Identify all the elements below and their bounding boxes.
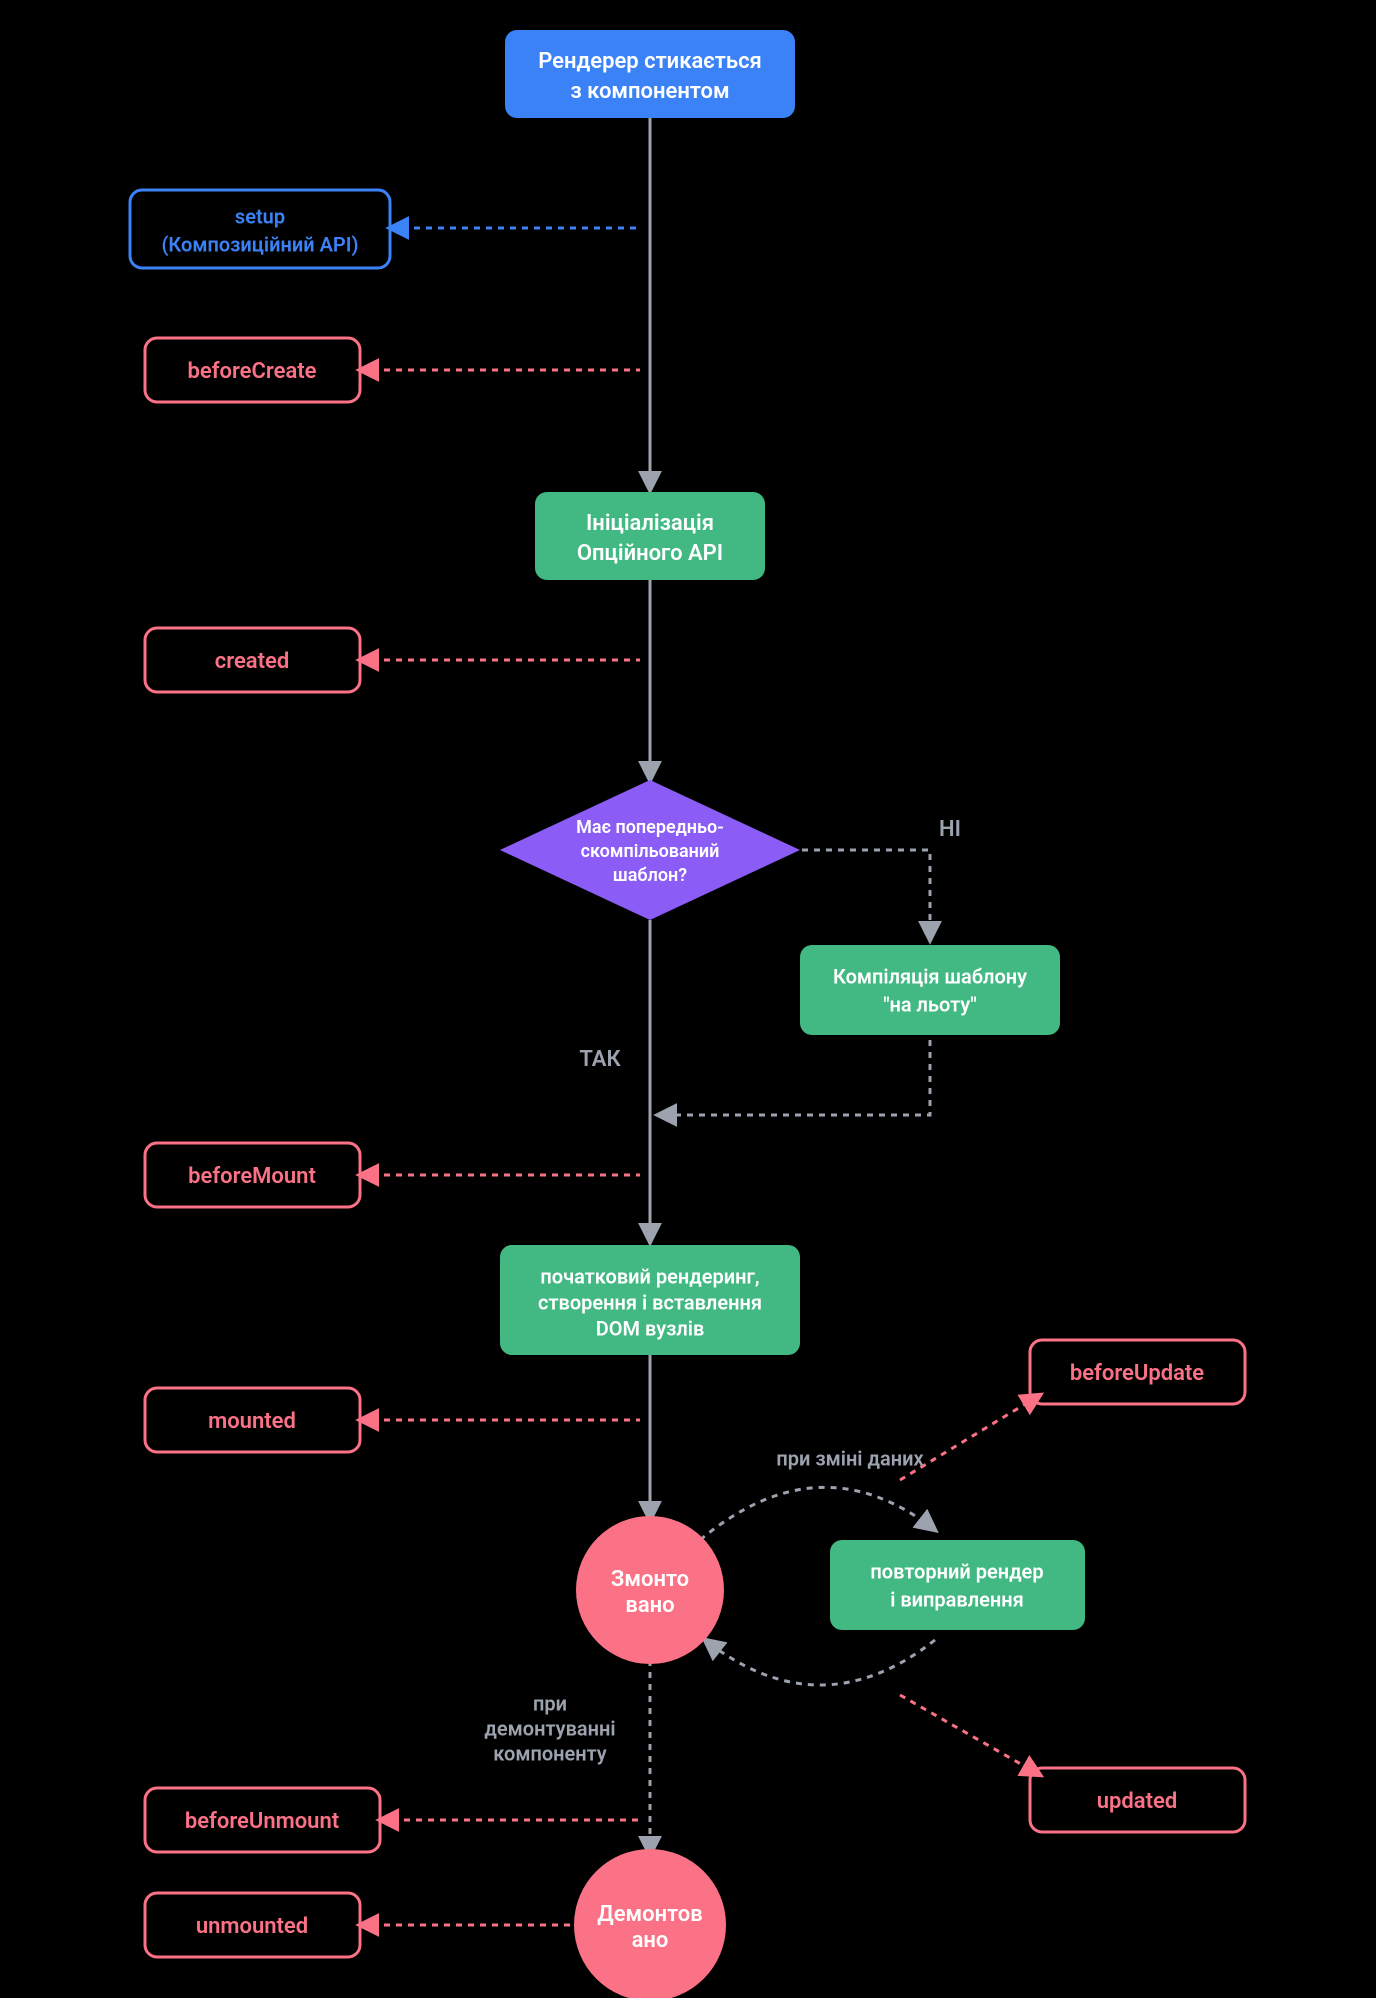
node-updated: updated [1030,1768,1245,1832]
node-unmounted: unmounted [145,1893,360,1957]
unmountedState-line1: Демонтов [597,1902,702,1927]
node-decision: Має попередньо- скомпільований шаблон? [500,780,800,920]
updated-label: updated [1097,1789,1177,1814]
node-beforeCreate: beforeCreate [145,338,360,402]
lifecycle-diagram: Рендерер стикається з компонентом setup … [0,0,1376,1998]
decision-line2: скомпільований [581,841,720,862]
rerender-line1: повторний рендер [870,1559,1043,1583]
node-mounted: mounted [145,1388,360,1452]
node-setup: setup (Композиційний API) [130,190,390,268]
created-label: created [215,649,289,674]
decision-line1: Має попередньо- [576,817,724,838]
beforeCreate-label: beforeCreate [187,359,316,384]
decision-line3: шаблон? [613,865,687,886]
label-yes: ТАК [579,1047,621,1072]
unmounted-label: unmounted [196,1914,308,1939]
beforeUpdate-label: beforeUpdate [1070,1361,1204,1386]
init-line1: Ініціалізація [586,511,714,536]
label-onUnmount1: при [533,1691,567,1715]
loop-to-rerender [700,1487,935,1540]
start-line1: Рендерер стикається [538,49,762,74]
flow-compile-rejoin [658,1040,930,1115]
label-onUnmount2: демонтуванні [484,1716,615,1740]
render-line2: створення і вставлення [538,1290,762,1314]
compile-line1: Компіляція шаблону [833,964,1027,988]
beforeMount-label: beforeMount [188,1164,316,1189]
connector-updated [900,1695,1040,1775]
node-beforeUnmount: beforeUnmount [145,1788,380,1852]
render-line1: початковий рендеринг, [540,1264,759,1288]
beforeUnmount-label: beforeUnmount [185,1809,339,1834]
render-line3: DOM вузлів [596,1316,705,1340]
node-beforeUpdate: beforeUpdate [1030,1340,1245,1404]
node-compile: Компіляція шаблону "на льоту" [800,945,1060,1035]
start-line2: з компонентом [570,79,729,104]
loop-from-rerender [705,1640,935,1685]
node-init: Ініціалізація Опційного API [535,492,765,580]
flow-decision-no [790,850,930,940]
rerender-line2: і виправлення [890,1587,1024,1611]
node-beforeMount: beforeMount [145,1143,360,1207]
setup-line2: (Композиційний API) [161,232,358,256]
label-onUnmount3: компоненту [493,1741,607,1765]
label-no: НІ [939,817,961,842]
compile-line2: "на льоту" [883,992,976,1016]
init-line2: Опційного API [577,541,723,566]
node-render: початковий рендеринг, створення і вставл… [500,1245,800,1355]
node-unmounted-state: Демонтов ано [574,1849,726,1998]
node-mounted-state: Змонто вано [576,1516,724,1664]
mountedState-line2: вано [625,1593,674,1618]
mountedState-line1: Змонто [611,1567,689,1592]
setup-line1: setup [235,204,285,228]
node-created: created [145,628,360,692]
node-start: Рендерер стикається з компонентом [505,30,795,118]
unmountedState-line2: ано [632,1928,669,1953]
label-onChange: при зміні даних [776,1446,923,1470]
node-rerender: повторний рендер і виправлення [830,1540,1085,1630]
mounted-label: mounted [208,1409,296,1434]
